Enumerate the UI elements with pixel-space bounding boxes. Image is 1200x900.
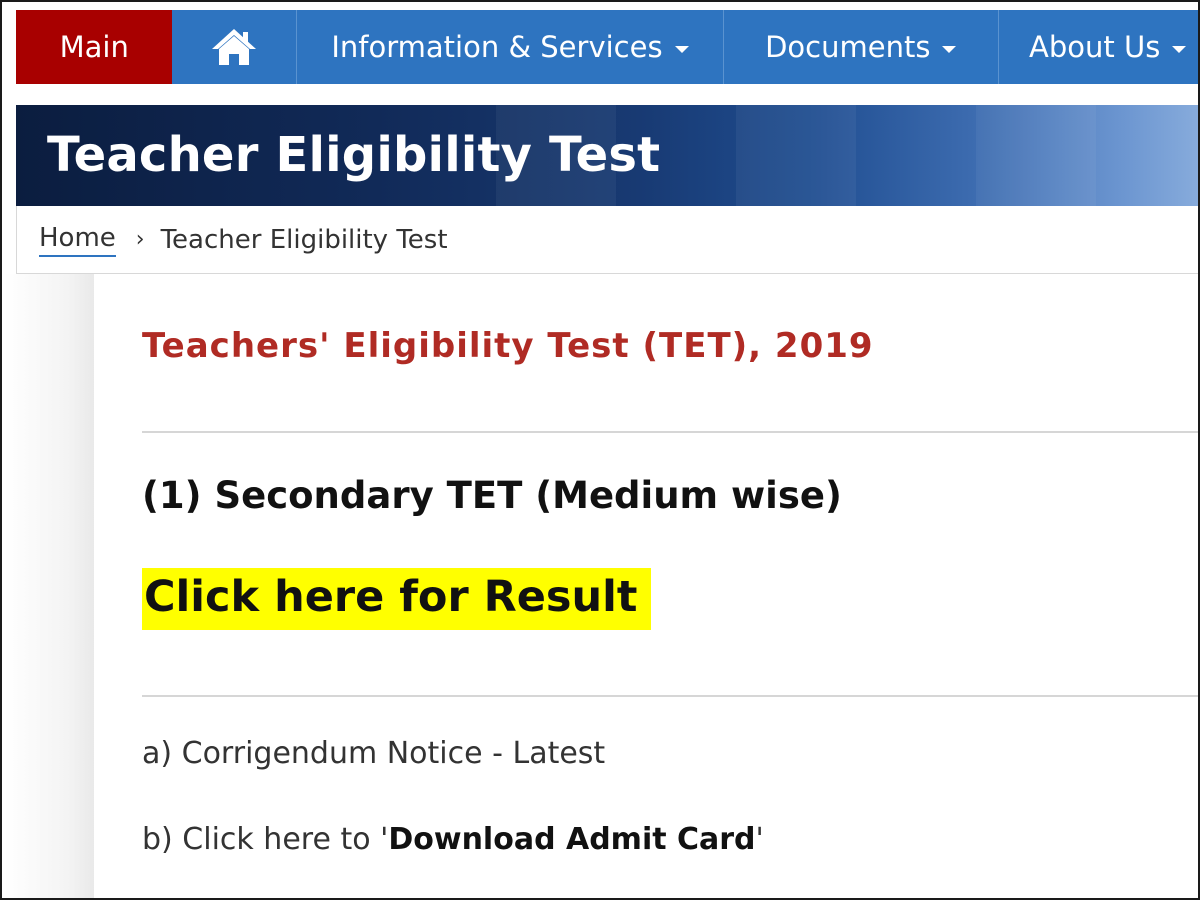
- main-content: Teachers' Eligibility Test (TET), 2019 (…: [94, 274, 1198, 898]
- admit-suffix: ': [755, 822, 764, 857]
- nav-home-button[interactable]: [172, 10, 298, 84]
- chevron-down-icon: [674, 45, 689, 53]
- nav-about-label: About Us: [1029, 30, 1161, 64]
- admit-prefix: b) Click here to ': [142, 822, 389, 857]
- nav-documents-label: Documents: [765, 30, 931, 64]
- top-navigation: Main Information & Services Documents Ab…: [16, 10, 1198, 84]
- tet-heading: Teachers' Eligibility Test (TET), 2019: [142, 326, 874, 366]
- browser-page: Main Information & Services Documents Ab…: [0, 0, 1200, 900]
- chevron-down-icon: [942, 45, 957, 53]
- page-banner: Teacher Eligibility Test: [16, 105, 1198, 206]
- nav-information-services[interactable]: Information & Services: [297, 10, 724, 84]
- divider: [142, 695, 1198, 697]
- breadcrumb-home-link[interactable]: Home: [39, 223, 116, 257]
- home-icon: [212, 29, 257, 65]
- admit-card-line: b) Click here to 'Download Admit Card': [142, 822, 764, 857]
- download-admit-card-link[interactable]: Download Admit Card: [388, 822, 755, 857]
- breadcrumb-current: Teacher Eligibility Test: [160, 224, 448, 255]
- corrigendum-notice-link[interactable]: a) Corrigendum Notice - Latest: [142, 736, 605, 771]
- content-side-shadow: [4, 274, 94, 898]
- nav-main-label: Main: [59, 30, 129, 64]
- page-title: Teacher Eligibility Test: [47, 127, 661, 183]
- banner-decoration: [736, 105, 856, 206]
- nav-main-tab[interactable]: Main: [16, 10, 173, 84]
- nav-documents[interactable]: Documents: [724, 10, 1000, 84]
- result-link[interactable]: Click here for Result: [142, 568, 652, 630]
- divider: [142, 431, 1198, 433]
- banner-decoration: [976, 105, 1096, 206]
- breadcrumb: Home › Teacher Eligibility Test: [16, 206, 1198, 274]
- chevron-down-icon: [1172, 45, 1187, 53]
- chevron-right-icon: ›: [135, 227, 145, 252]
- nav-info-label: Information & Services: [331, 30, 663, 64]
- nav-about-us[interactable]: About Us: [999, 10, 1198, 84]
- section-heading: (1) Secondary TET (Medium wise): [142, 474, 842, 517]
